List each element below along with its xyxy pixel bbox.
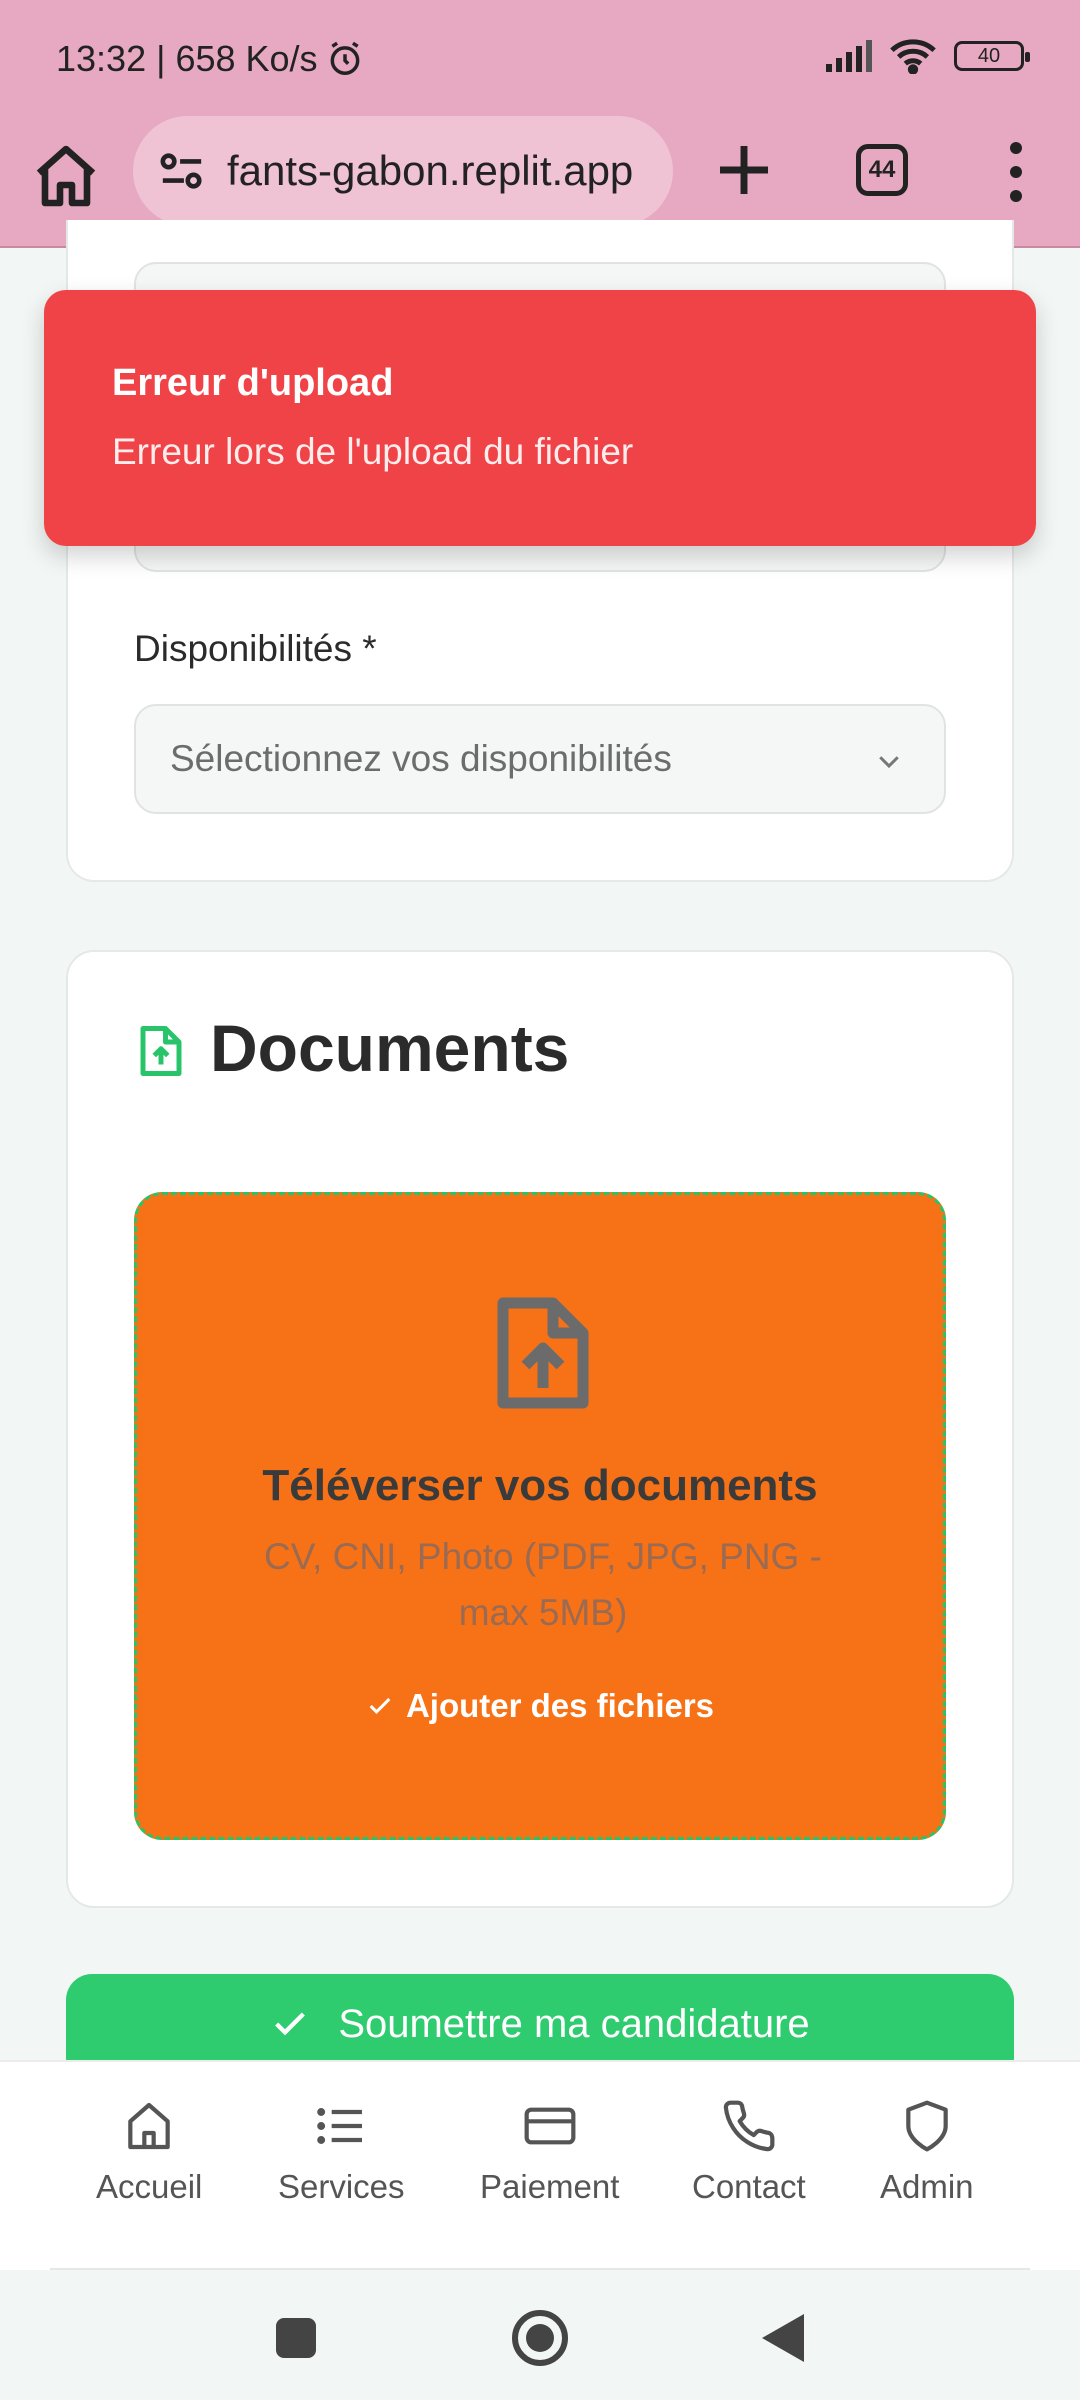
bottom-nav: Accueil Services Paiement Contact Admin	[0, 2060, 1080, 2270]
availability-select[interactable]: Sélectionnez vos disponibilités	[134, 704, 946, 814]
nav-item-contact[interactable]: Contact	[692, 2098, 806, 2206]
nav-label: Services	[278, 2168, 405, 2205]
tab-count: 44	[868, 156, 896, 183]
credit-card-icon	[524, 2107, 576, 2145]
file-upload-icon	[497, 1297, 589, 1409]
new-tab-icon[interactable]	[712, 138, 776, 202]
url-text[interactable]: fants-gabon.replit.app	[227, 147, 633, 195]
status-bar: 13:32 | 658 Ko/s 40	[0, 0, 1080, 112]
file-upload-icon	[140, 1026, 182, 1076]
nav-label: Accueil	[96, 2168, 203, 2205]
error-toast[interactable]: Erreur d'upload Erreur lors de l'upload …	[44, 290, 1036, 546]
url-bar[interactable]: fants-gabon.replit.app	[133, 116, 673, 226]
battery-level: 40	[977, 44, 1001, 67]
alarm-icon	[330, 41, 359, 75]
toast-message: Erreur lors de l'upload du fichier	[112, 431, 634, 472]
check-icon	[369, 1697, 391, 1714]
chevron-down-icon	[879, 756, 899, 769]
upload-dropzone[interactable]: Téléverser vos documents CV, CNI, Photo …	[134, 1192, 946, 1840]
availability-placeholder: Sélectionnez vos disponibilités	[170, 738, 672, 779]
phone-icon	[723, 2100, 775, 2152]
home-icon[interactable]	[30, 140, 102, 212]
availability-label: Disponibilités *	[134, 628, 377, 669]
status-time: 13:32 | 658 Ko/s	[56, 38, 318, 79]
signal-icon	[826, 40, 872, 72]
site-settings-icon[interactable]	[159, 151, 205, 191]
nav-label: Contact	[692, 2168, 806, 2205]
wifi-icon	[890, 39, 936, 74]
system-nav-bar	[0, 2270, 1080, 2400]
upload-subtitle: CV, CNI, Photo (PDF, JPG, PNG - max 5MB)	[264, 1536, 822, 1633]
system-home-icon[interactable]	[512, 2310, 568, 2366]
nav-item-accueil[interactable]: Accueil	[96, 2098, 202, 2206]
shield-icon	[905, 2100, 948, 2152]
documents-title: Documents	[210, 1011, 570, 1085]
list-icon	[317, 2108, 363, 2144]
nav-item-services[interactable]: Services	[278, 2098, 405, 2206]
add-files-label: Ajouter des fichiers	[405, 1687, 715, 1724]
tab-switcher-button[interactable]: 44	[856, 144, 908, 196]
toast-title: Erreur d'upload	[112, 362, 394, 404]
nav-item-paiement[interactable]: Paiement	[480, 2098, 619, 2206]
more-menu-icon[interactable]	[996, 142, 1036, 202]
upload-title: Téléverser vos documents	[262, 1461, 818, 1510]
submit-label: Soumettre ma candidature	[338, 2001, 810, 2046]
check-icon	[275, 2012, 306, 2036]
add-files-button[interactable]: Ajouter des fichiers	[137, 1687, 943, 1725]
battery-indicator: 40	[954, 41, 1030, 71]
nav-label: Paiement	[480, 2168, 620, 2205]
home-icon	[128, 2102, 170, 2150]
nav-label: Admin	[880, 2168, 974, 2205]
back-icon[interactable]	[762, 2314, 804, 2362]
nav-item-admin[interactable]: Admin	[880, 2098, 974, 2206]
recent-apps-icon[interactable]	[276, 2318, 316, 2358]
